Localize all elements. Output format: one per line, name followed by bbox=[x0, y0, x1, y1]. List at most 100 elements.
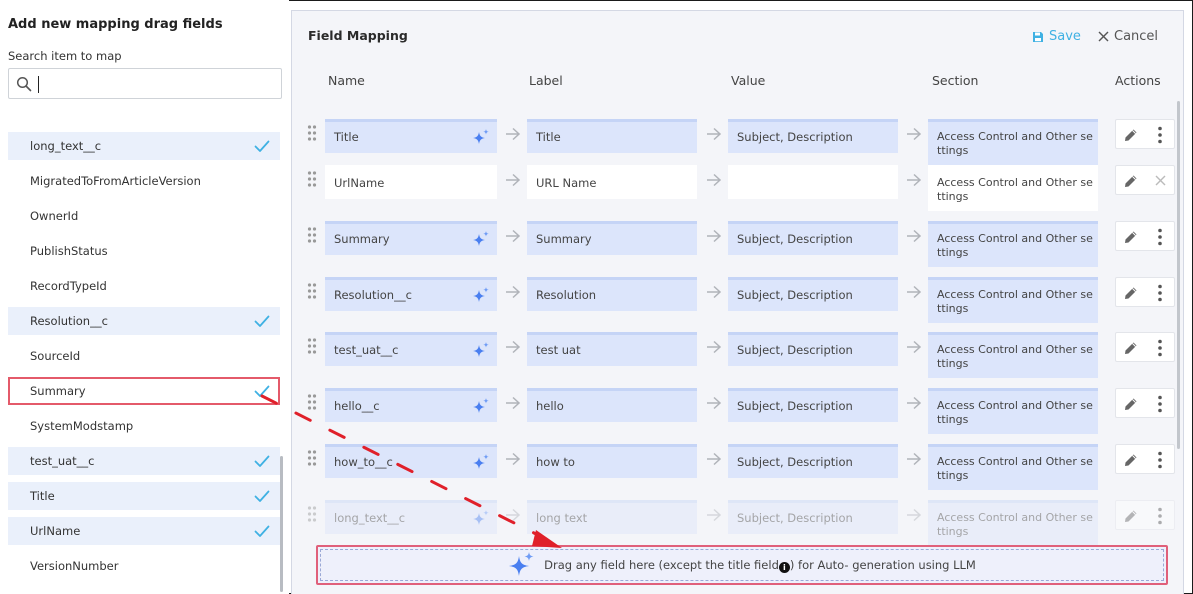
edit-icon[interactable] bbox=[1123, 340, 1139, 356]
field-list-item[interactable]: SourceId bbox=[8, 342, 280, 370]
drag-handle-icon[interactable] bbox=[307, 171, 317, 187]
drag-handle-icon[interactable] bbox=[307, 283, 317, 299]
more-options-icon[interactable] bbox=[1157, 507, 1163, 525]
search-input[interactable] bbox=[37, 74, 277, 94]
mapping-section-cell[interactable]: Access Control and Other settings bbox=[928, 165, 1098, 211]
more-options-icon[interactable] bbox=[1157, 284, 1163, 302]
field-list-item[interactable]: UrlName bbox=[8, 517, 280, 545]
field-list-item[interactable]: Resolution__c bbox=[8, 307, 280, 335]
more-options-icon[interactable] bbox=[1157, 339, 1163, 357]
save-button[interactable]: Save bbox=[1032, 29, 1081, 44]
edit-icon[interactable] bbox=[1123, 285, 1139, 301]
more-options-icon[interactable] bbox=[1157, 451, 1163, 469]
mapping-label-cell[interactable]: how to bbox=[527, 444, 697, 478]
sparkle-icon[interactable] bbox=[472, 509, 490, 527]
mapping-name-cell[interactable]: long_text__c bbox=[325, 500, 497, 534]
mapping-value-cell[interactable]: Subject, Description bbox=[728, 444, 898, 478]
more-options-icon[interactable] bbox=[1157, 126, 1163, 144]
field-list-item[interactable]: Summary bbox=[8, 377, 280, 405]
edit-icon[interactable] bbox=[1123, 452, 1139, 468]
left-scrollbar[interactable] bbox=[280, 456, 283, 592]
drag-handle-icon[interactable] bbox=[307, 227, 317, 243]
mapping-section-cell[interactable]: Access Control and Other settings bbox=[928, 444, 1098, 490]
field-list-item-label: long_text__c bbox=[30, 139, 102, 153]
search-box[interactable] bbox=[8, 68, 282, 99]
sparkle-icon[interactable] bbox=[472, 453, 490, 471]
drag-handle-icon[interactable] bbox=[307, 506, 317, 522]
mapping-value-cell[interactable] bbox=[728, 165, 898, 199]
edit-icon[interactable] bbox=[1123, 229, 1139, 245]
column-header-actions: Actions bbox=[1115, 73, 1161, 88]
field-list-item[interactable]: MigratedToFromArticleVersion bbox=[8, 167, 280, 195]
mapping-name-cell[interactable]: Title bbox=[325, 119, 497, 153]
mapping-name-cell[interactable]: Summary bbox=[325, 221, 497, 255]
mapping-label-cell[interactable]: hello bbox=[527, 388, 697, 422]
mapping-value-cell[interactable]: Subject, Description bbox=[728, 119, 898, 153]
drop-zone-text-after: ) for Auto- generation using LLM bbox=[789, 557, 976, 572]
row-actions bbox=[1115, 119, 1175, 149]
field-list-item-label: SourceId bbox=[30, 349, 81, 363]
sparkle-icon[interactable] bbox=[472, 128, 490, 146]
field-list-item[interactable]: PublishStatus bbox=[8, 237, 280, 265]
mapping-section-cell[interactable]: Access Control and Other settings bbox=[928, 500, 1098, 546]
field-list-item[interactable]: RecordTypeId bbox=[8, 272, 280, 300]
mapping-label: long text bbox=[536, 511, 588, 525]
save-icon bbox=[1033, 31, 1043, 42]
mapping-section-cell[interactable]: Access Control and Other settings bbox=[928, 388, 1098, 434]
field-list-item[interactable]: OwnerId bbox=[8, 202, 280, 230]
edit-icon[interactable] bbox=[1123, 396, 1139, 412]
more-options-icon[interactable] bbox=[1157, 228, 1163, 246]
field-list-item[interactable]: long_text__c bbox=[8, 132, 280, 160]
mapping-value-cell[interactable]: Subject, Description bbox=[728, 221, 898, 255]
field-list-item[interactable]: SystemModstamp bbox=[8, 412, 280, 440]
mapping-value-cell[interactable]: Subject, Description bbox=[728, 277, 898, 311]
sparkle-icon[interactable] bbox=[472, 286, 490, 304]
sparkle-icon[interactable] bbox=[472, 397, 490, 415]
more-options-icon[interactable] bbox=[1157, 395, 1163, 413]
drag-handle-icon[interactable] bbox=[307, 450, 317, 466]
edit-icon[interactable] bbox=[1123, 127, 1139, 143]
mapping-name: Title bbox=[334, 130, 359, 144]
mapping-name: UrlName bbox=[334, 176, 385, 190]
mapping-section-cell[interactable]: Access Control and Other settings bbox=[928, 277, 1098, 323]
mapping-name-cell[interactable]: hello__c bbox=[325, 388, 497, 422]
drag-handle-icon[interactable] bbox=[307, 338, 317, 354]
mapping-name: hello__c bbox=[334, 399, 380, 413]
mapping-label-cell[interactable]: Title bbox=[527, 119, 697, 153]
mapping-label-cell[interactable]: test uat bbox=[527, 332, 697, 366]
mapping-name-cell[interactable]: test_uat__c bbox=[325, 332, 497, 366]
drag-handle-icon[interactable] bbox=[307, 125, 317, 141]
mapping-section-cell[interactable]: Access Control and Other settings bbox=[928, 119, 1098, 165]
edit-icon[interactable] bbox=[1123, 508, 1139, 524]
mapping-row: UrlName URL Name Access Control and Other … bbox=[292, 165, 1177, 211]
edit-icon[interactable] bbox=[1123, 173, 1139, 189]
drag-handle-icon[interactable] bbox=[307, 394, 317, 410]
field-list-item-label: OwnerId bbox=[30, 209, 79, 223]
field-list-item-label: UrlName bbox=[30, 524, 81, 538]
mapping-label-cell[interactable]: URL Name bbox=[527, 165, 697, 199]
info-icon[interactable]: i bbox=[778, 561, 790, 573]
mapping-section: Access Control and Other settings bbox=[937, 455, 1093, 482]
field-list-item[interactable]: test_uat__c bbox=[8, 447, 280, 475]
sparkle-icon[interactable] bbox=[472, 230, 490, 248]
field-list-item[interactable]: Title bbox=[8, 482, 280, 510]
mapping-name-cell[interactable]: UrlName bbox=[325, 165, 497, 199]
llm-drop-zone[interactable]: Drag any field here (except the title fi… bbox=[316, 545, 1168, 585]
mapping-name-cell[interactable]: how_to__c bbox=[325, 444, 497, 478]
arrow-right-icon bbox=[707, 508, 722, 522]
remove-icon[interactable] bbox=[1155, 175, 1166, 186]
mapping-value-cell[interactable]: Subject, Description bbox=[728, 332, 898, 366]
mapping-section-cell[interactable]: Access Control and Other settings bbox=[928, 221, 1098, 267]
field-list-item[interactable]: VersionNumber bbox=[8, 552, 280, 580]
mapping-scrollbar[interactable] bbox=[1177, 101, 1180, 449]
mapping-label-cell[interactable]: long text bbox=[527, 500, 697, 534]
mapping-section-cell[interactable]: Access Control and Other settings bbox=[928, 332, 1098, 378]
mapping-name-cell[interactable]: Resolution__c bbox=[325, 277, 497, 311]
mapping-value-cell[interactable]: Subject, Description bbox=[728, 500, 898, 534]
cancel-button[interactable]: Cancel bbox=[1098, 29, 1158, 44]
sparkle-icon[interactable] bbox=[472, 341, 490, 359]
mapping-label-cell[interactable]: Resolution bbox=[527, 277, 697, 311]
arrow-right-icon bbox=[506, 340, 521, 354]
mapping-label-cell[interactable]: Summary bbox=[527, 221, 697, 255]
mapping-value-cell[interactable]: Subject, Description bbox=[728, 388, 898, 422]
